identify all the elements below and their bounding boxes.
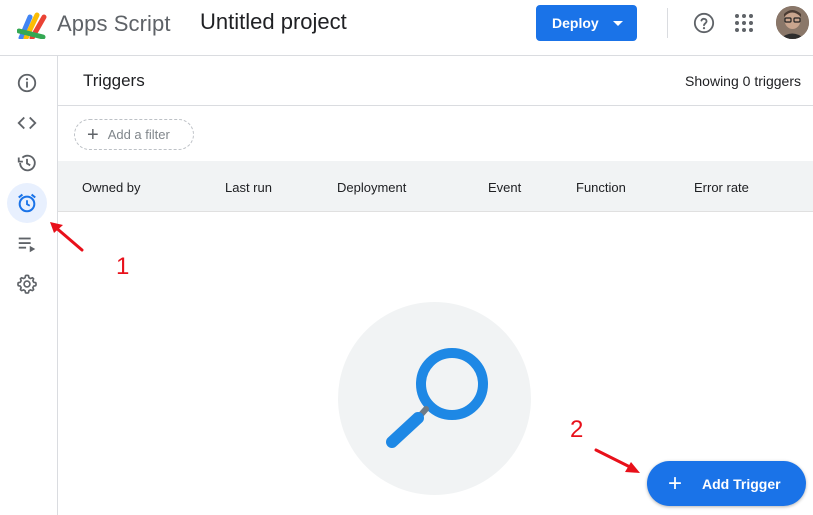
magnifier-icon [386,348,488,448]
plus-icon: + [87,123,99,146]
annotation-step-1: 1 [116,253,130,280]
column-header-function[interactable]: Function [576,180,626,195]
deploy-button-label: Deploy [552,15,599,31]
dropdown-caret-icon [613,21,623,26]
trigger-count: Showing 0 triggers [685,73,801,89]
divider [667,8,668,38]
plus-icon: + [668,469,683,497]
avatar[interactable] [776,6,809,39]
add-trigger-button[interactable]: + Add Trigger [647,461,806,506]
add-filter-label: Add a filter [107,127,170,142]
nav-settings[interactable] [7,264,47,304]
alarm-clock-icon [18,193,36,213]
info-icon [17,73,37,93]
nav-triggers[interactable] [7,183,47,223]
annotation-arrow-1 [50,222,84,252]
code-icon [17,116,37,130]
project-title[interactable]: Untitled project [200,9,347,35]
page-title: Triggers [83,71,145,90]
apps-script-logo-icon[interactable] [17,11,51,39]
column-header-last-run[interactable]: Last run [225,180,272,195]
column-header-event[interactable]: Event [488,180,521,195]
nav-history[interactable] [7,143,47,183]
help-icon[interactable] [693,12,715,34]
side-nav-rail [0,56,58,515]
gear-icon [17,274,37,294]
triggers-page: Triggers Showing 0 triggers + Add a filt… [58,56,813,515]
nav-overview[interactable] [7,63,47,103]
nav-editor[interactable] [7,103,47,143]
column-header-error-rate[interactable]: Error rate [694,180,749,195]
table-header: Owned by Last run Deployment Event Funct… [58,161,813,212]
annotation-step-2: 2 [570,416,584,443]
nav-executions[interactable] [7,224,47,264]
add-filter-chip[interactable]: + Add a filter [74,119,194,150]
avatar-photo-icon [776,6,809,39]
deploy-button[interactable]: Deploy [536,5,637,41]
apps-grid-icon[interactable] [734,13,754,33]
add-trigger-label: Add Trigger [702,475,781,492]
playlist-play-icon [18,237,36,253]
annotation-arrow-2 [594,448,640,473]
top-app-bar: Apps Script Untitled project Deploy [0,0,813,56]
column-header-deployment[interactable]: Deployment [337,180,406,195]
column-header-owned-by[interactable]: Owned by [82,180,141,195]
history-icon [17,154,36,172]
brand-name: Apps Script [57,11,171,36]
page-header: Triggers Showing 0 triggers [58,56,813,106]
